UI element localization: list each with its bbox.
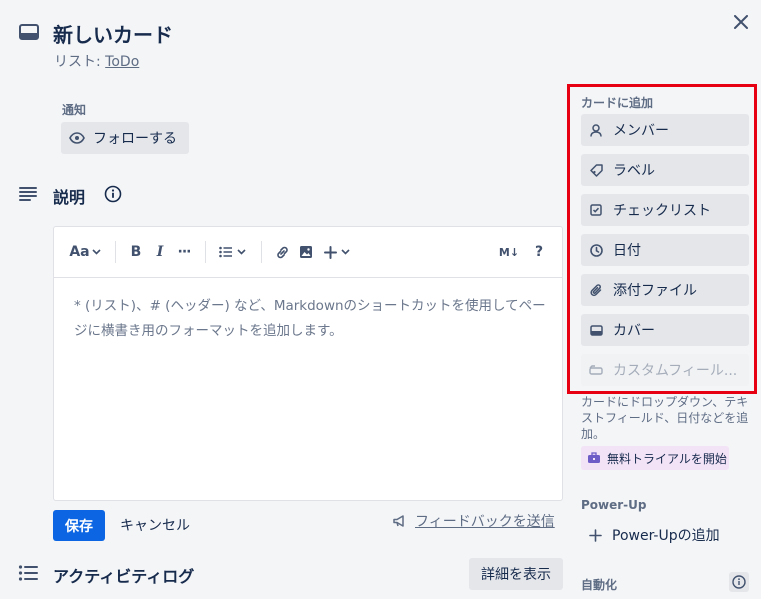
feedback-link[interactable]: フィードバックを送信 bbox=[393, 511, 555, 531]
image-button[interactable] bbox=[296, 240, 316, 264]
bold-button[interactable]: B bbox=[126, 240, 146, 264]
insert-button[interactable] bbox=[321, 240, 353, 264]
card-icon bbox=[18, 22, 40, 42]
toolbar-divider bbox=[115, 241, 116, 263]
text-style-button[interactable]: Aa bbox=[68, 240, 102, 264]
add-powerup-button[interactable]: Power-Upの追加 bbox=[581, 519, 749, 551]
cover-label: カバー bbox=[613, 323, 655, 339]
link-icon bbox=[276, 246, 288, 258]
image-icon bbox=[300, 246, 312, 258]
start-trial-label: 無料トライアルを開始 bbox=[607, 451, 727, 466]
editor-toolbar: Aa B I ··· M↓ ? bbox=[54, 227, 562, 278]
clock-icon bbox=[589, 243, 603, 257]
close-button[interactable] bbox=[728, 9, 754, 35]
automation-label: 自動化 bbox=[581, 578, 618, 592]
start-trial-button[interactable]: 無料トライアルを開始 bbox=[581, 446, 729, 470]
briefcase-icon bbox=[588, 452, 600, 463]
link-button[interactable] bbox=[272, 240, 292, 264]
description-icon bbox=[18, 186, 38, 202]
custom-fields-description: カードにドロップダウン、テキストフィールド、日付などを追加。 bbox=[581, 395, 749, 441]
more-formatting-button[interactable]: ··· bbox=[174, 240, 194, 264]
powerup-label: Power-Up bbox=[581, 498, 647, 512]
toolbar-divider bbox=[205, 241, 206, 263]
cover-icon bbox=[589, 323, 603, 337]
description-title: 説明 bbox=[53, 188, 86, 207]
toolbar-divider bbox=[261, 241, 262, 263]
info-icon bbox=[732, 575, 746, 589]
custom-fields-label: カスタムフィール... bbox=[613, 363, 738, 379]
chevron-down-icon bbox=[92, 249, 101, 255]
close-icon bbox=[734, 15, 748, 29]
show-details-button[interactable]: 詳細を表示 bbox=[469, 558, 563, 590]
custom-fields-button: カスタムフィール... bbox=[581, 354, 749, 386]
dates-button[interactable]: 日付 bbox=[581, 234, 749, 266]
list-prefix: リスト: bbox=[54, 54, 106, 70]
info-icon[interactable] bbox=[104, 185, 122, 203]
list-link[interactable]: ToDo bbox=[105, 54, 139, 70]
card-title[interactable]: 新しいカード bbox=[53, 19, 173, 48]
checklist-button[interactable]: チェックリスト bbox=[581, 194, 749, 226]
italic-button[interactable]: I bbox=[150, 240, 170, 264]
add-to-card-label: カードに追加 bbox=[581, 96, 654, 110]
labels-label: ラベル bbox=[613, 163, 655, 179]
notifications-label: 通知 bbox=[62, 103, 87, 117]
eye-icon bbox=[69, 132, 85, 144]
bullet-list-icon bbox=[218, 246, 232, 258]
description-editor[interactable]: Aa B I ··· M↓ ? * (リスト)、# (ヘッダー) など、Mark… bbox=[53, 226, 563, 501]
dates-label: 日付 bbox=[613, 243, 641, 259]
cancel-button[interactable]: キャンセル bbox=[120, 515, 190, 535]
megaphone-icon bbox=[393, 515, 404, 527]
members-button[interactable]: メンバー bbox=[581, 114, 749, 146]
person-icon bbox=[589, 123, 603, 137]
chevron-down-icon bbox=[236, 249, 246, 255]
description-placeholder: * (リスト)、# (ヘッダー) など、Markdownのショートカットを使用し… bbox=[74, 298, 546, 339]
cover-button[interactable]: カバー bbox=[581, 314, 749, 346]
plus-icon bbox=[589, 528, 602, 542]
plus-icon bbox=[324, 245, 337, 259]
custom-field-icon bbox=[589, 363, 603, 377]
tag-icon bbox=[589, 163, 603, 177]
activity-title: アクティビティログ bbox=[53, 567, 195, 586]
list-button[interactable] bbox=[216, 240, 248, 264]
chevron-down-icon bbox=[341, 249, 350, 255]
attachment-label: 添付ファイル bbox=[613, 283, 697, 299]
markdown-button[interactable]: M↓ bbox=[498, 240, 520, 264]
follow-button[interactable]: フォローする bbox=[61, 122, 189, 154]
add-powerup-label: Power-Upの追加 bbox=[612, 528, 720, 544]
paperclip-icon bbox=[589, 283, 603, 297]
follow-label: フォローする bbox=[93, 131, 177, 147]
automation-info-button[interactable] bbox=[729, 572, 749, 592]
checkbox-icon bbox=[589, 203, 603, 217]
text-style-label: Aa bbox=[69, 244, 90, 260]
list-info: リスト: ToDo bbox=[54, 51, 139, 71]
attachment-button[interactable]: 添付ファイル bbox=[581, 274, 749, 306]
help-button[interactable]: ? bbox=[529, 240, 549, 264]
members-label: メンバー bbox=[613, 123, 669, 139]
save-button[interactable]: 保存 bbox=[53, 510, 105, 541]
feedback-label: フィードバックを送信 bbox=[415, 514, 555, 530]
checklist-label: チェックリスト bbox=[613, 203, 711, 219]
labels-button[interactable]: ラベル bbox=[581, 154, 749, 186]
activity-icon bbox=[18, 565, 38, 581]
